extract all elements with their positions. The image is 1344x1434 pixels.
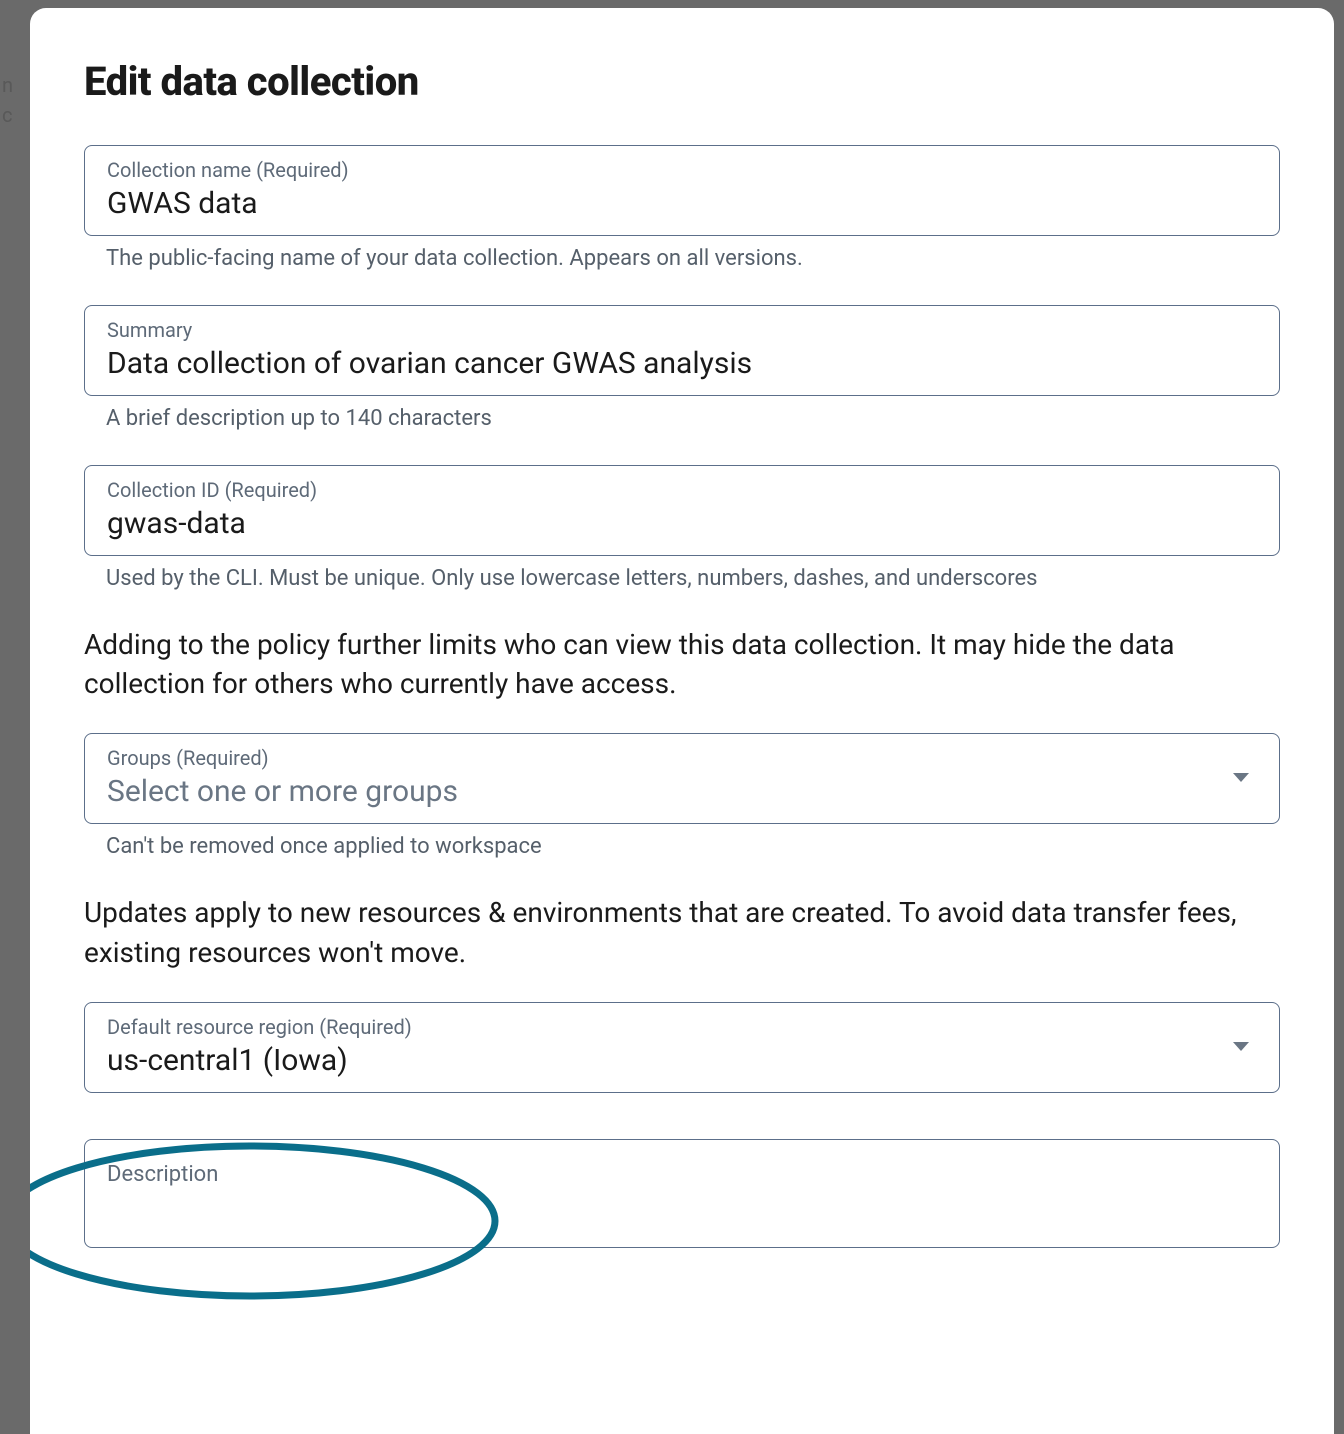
description-label: Description (107, 1162, 1257, 1187)
collection-name-input[interactable] (107, 186, 1257, 221)
background-text: nc (2, 70, 13, 130)
groups-field[interactable]: Groups (Required) Select one or more gro… (84, 733, 1280, 824)
region-section-text: Updates apply to new resources & environ… (84, 893, 1280, 971)
description-field[interactable]: Description (84, 1139, 1280, 1248)
collection-id-label: Collection ID (Required) (107, 478, 1257, 502)
collection-id-helper: Used by the CLI. Must be unique. Only us… (84, 566, 1280, 591)
edit-data-collection-modal: Edit data collection Collection name (Re… (30, 8, 1334, 1434)
summary-field[interactable]: Summary (84, 305, 1280, 396)
modal-backdrop: nc Edit data collection Collection name … (0, 0, 1344, 1434)
chevron-down-icon (1233, 1042, 1249, 1051)
collection-name-helper: The public-facing name of your data coll… (84, 246, 1280, 271)
chevron-down-icon (1233, 773, 1249, 782)
groups-label: Groups (Required) (107, 746, 1233, 770)
region-value: us-central1 (Iowa) (107, 1043, 1233, 1078)
summary-input[interactable] (107, 346, 1257, 381)
groups-placeholder: Select one or more groups (107, 774, 1233, 809)
policy-section-text: Adding to the policy further limits who … (84, 625, 1280, 703)
summary-helper: A brief description up to 140 characters (84, 406, 1280, 431)
region-label: Default resource region (Required) (107, 1015, 1233, 1039)
collection-name-field[interactable]: Collection name (Required) (84, 145, 1280, 236)
collection-id-field[interactable]: Collection ID (Required) (84, 465, 1280, 556)
summary-label: Summary (107, 318, 1257, 342)
region-field[interactable]: Default resource region (Required) us-ce… (84, 1002, 1280, 1093)
collection-name-label: Collection name (Required) (107, 158, 1257, 182)
groups-helper: Can't be removed once applied to workspa… (84, 834, 1280, 859)
modal-title: Edit data collection (84, 58, 1280, 105)
collection-id-input[interactable] (107, 506, 1257, 541)
